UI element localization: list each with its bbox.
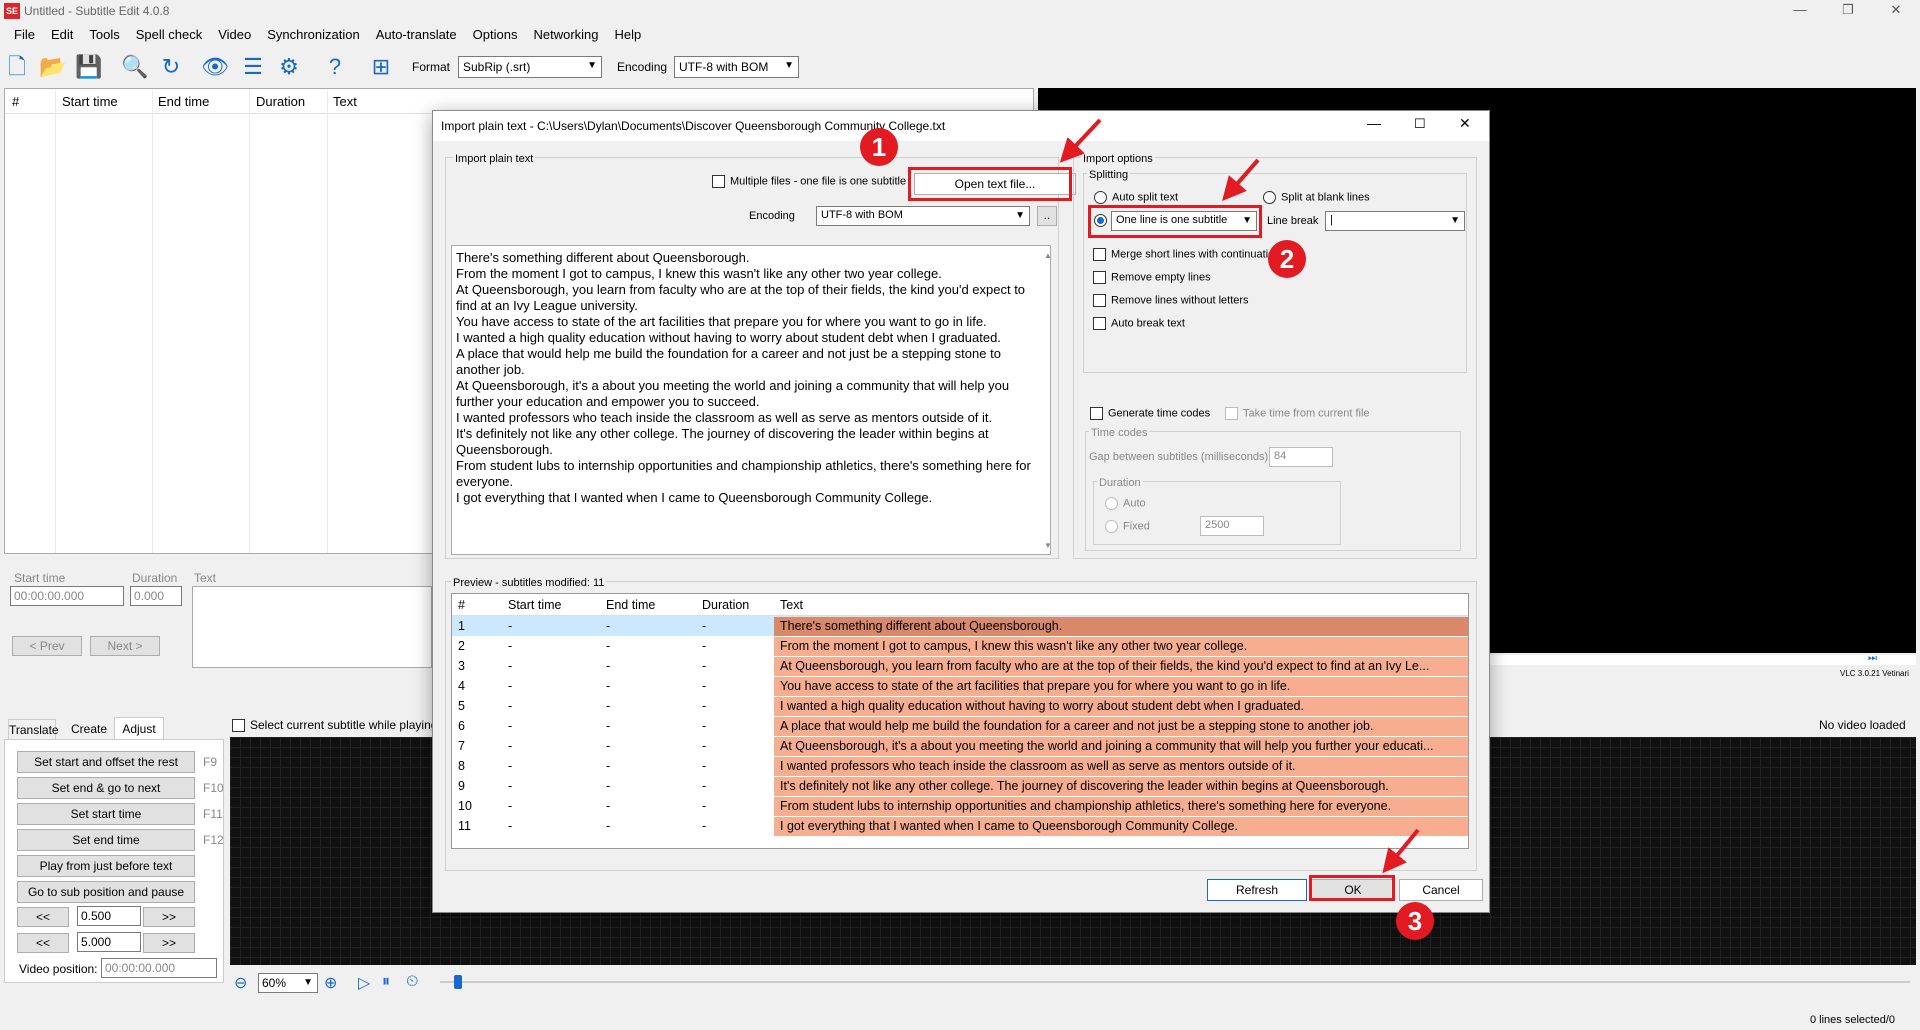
arrow-1 (1059, 118, 1102, 163)
arrow-2 (1222, 158, 1260, 202)
arrow-3 (1382, 828, 1420, 874)
annotation-arrows (1059, 118, 1420, 874)
